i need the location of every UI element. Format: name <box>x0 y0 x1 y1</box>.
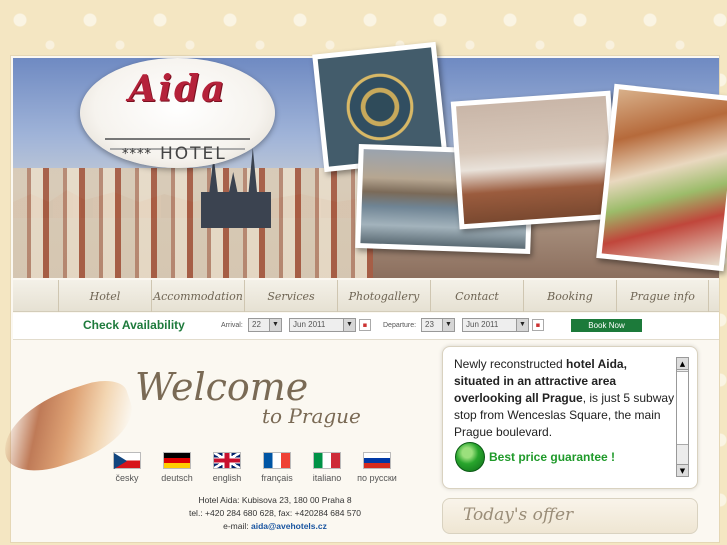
chevron-down-icon: ▼ <box>516 319 528 331</box>
todays-offer-title: Today's offer <box>463 505 574 525</box>
logo-stars: **** <box>122 147 152 162</box>
czech-flag-icon <box>113 452 141 469</box>
availability-title: Check Availability <box>83 318 185 332</box>
welcome-title: Welcome <box>135 365 309 409</box>
email-link[interactable]: aida@avehotels.cz <box>251 521 327 531</box>
email-label: e-mail: <box>223 521 251 531</box>
calendar-icon[interactable]: ▪ <box>359 319 371 331</box>
availability-bar: Check Availability Arrival: 22 ▼ Jun 201… <box>13 313 719 340</box>
scroll-thumb[interactable] <box>677 371 688 445</box>
departure-month-select[interactable]: Jun 2011 ▼ <box>462 318 529 332</box>
prague-panorama <box>13 168 373 278</box>
hotel-logo[interactable]: Aida **** HOTEL <box>80 58 275 168</box>
german-flag-icon <box>163 452 191 469</box>
contact-phone: tel.: +420 284 680 628, fax: +420284 684… <box>188 508 362 518</box>
scroll-down-icon[interactable]: ▼ <box>677 464 688 476</box>
photo-hotel-room <box>450 90 620 230</box>
book-now-button[interactable]: Book Now <box>571 319 642 332</box>
welcome-subtitle: to Prague <box>262 404 361 428</box>
uk-flag-icon <box>213 452 241 469</box>
nav-photogallery[interactable]: Photogallery <box>337 280 430 312</box>
nav-contact[interactable]: Contact <box>430 280 523 312</box>
departure-day-value: 23 <box>425 320 434 329</box>
lang-label: deutsch <box>161 473 193 483</box>
arrival-label: Arrival: <box>221 322 243 329</box>
main-nav: Hotel Accommodation Services Photogaller… <box>13 280 719 312</box>
language-selector: česky deutsch english français italiano … <box>102 448 402 483</box>
guarantee-badge-icon <box>455 442 485 472</box>
lang-label: français <box>261 473 293 483</box>
todays-offer-panel[interactable]: Today's offer <box>442 498 698 534</box>
chevron-down-icon: ▼ <box>343 319 355 331</box>
nav-accommodation[interactable]: Accommodation <box>151 280 244 312</box>
lang-label: english <box>212 473 242 483</box>
contact-address: Hotel Aida: Kubisova 23, 180 00 Praha 8 <box>198 495 352 505</box>
chevron-down-icon: ▼ <box>269 319 281 331</box>
lang-french[interactable]: français <box>252 448 302 483</box>
lang-label: по русски <box>357 473 397 483</box>
departure-day-select[interactable]: 23 ▼ <box>421 318 455 332</box>
lang-english[interactable]: english <box>202 448 252 483</box>
arrival-month-value: Jun 2011 <box>293 320 326 329</box>
arrival-month-select[interactable]: Jun 2011 ▼ <box>289 318 356 332</box>
guarantee-label: Best price guarantee ! <box>489 450 616 464</box>
lang-label: česky <box>115 473 139 483</box>
lang-russian[interactable]: по русски <box>352 448 402 483</box>
russian-flag-icon <box>363 452 391 469</box>
info-box: Newly reconstructed hotel Aida, situated… <box>442 346 698 489</box>
arrival-day-select[interactable]: 22 ▼ <box>248 318 282 332</box>
nav-services[interactable]: Services <box>244 280 337 312</box>
lang-label: italiano <box>312 473 342 483</box>
italian-flag-icon <box>313 452 341 469</box>
nav-booking[interactable]: Booking <box>523 280 616 312</box>
nav-hotel[interactable]: Hotel <box>58 280 151 312</box>
lang-german[interactable]: deutsch <box>152 448 202 483</box>
french-flag-icon <box>263 452 291 469</box>
info-text: Newly reconstructed hotel Aida, situated… <box>454 356 676 441</box>
lang-czech[interactable]: česky <box>102 448 152 483</box>
info-scrollbar[interactable]: ▲ ▼ <box>676 357 689 477</box>
nav-prague-info[interactable]: Prague info <box>616 280 709 312</box>
photo-breakfast-buffet <box>596 83 727 272</box>
best-price-guarantee[interactable]: Best price guarantee ! <box>455 442 615 472</box>
contact-info: Hotel Aida: Kubisova 23, 180 00 Praha 8 … <box>160 494 390 533</box>
departure-month-value: Jun 2011 <box>466 320 499 329</box>
logo-divider <box>105 138 250 140</box>
calendar-icon[interactable]: ▪ <box>532 319 544 331</box>
info-intro: Newly reconstructed <box>454 357 567 371</box>
arrival-day-value: 22 <box>252 320 261 329</box>
logo-hotel: HOTEL <box>160 144 227 164</box>
scroll-up-icon[interactable]: ▲ <box>677 358 688 370</box>
departure-label: Departure: <box>383 322 417 329</box>
chevron-down-icon: ▼ <box>442 319 454 331</box>
lang-italian[interactable]: italiano <box>302 448 352 483</box>
contact-email-line: e-mail: aida@avehotels.cz <box>160 520 390 533</box>
